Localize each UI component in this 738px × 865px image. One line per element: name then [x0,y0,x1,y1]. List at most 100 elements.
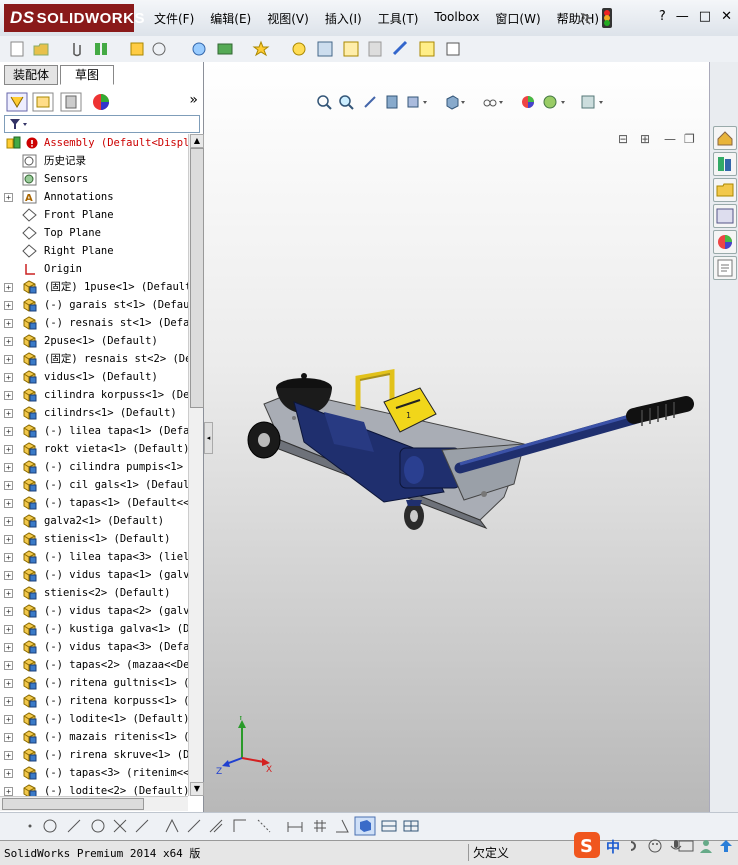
tab-assembly[interactable]: 装配体 [4,65,58,85]
show-hidden-icon[interactable] [252,40,270,58]
reference-geometry-icon[interactable] [316,40,334,58]
explode-line-sketch-icon[interactable] [418,40,436,58]
point-icon[interactable] [24,820,36,832]
linear-pattern-icon[interactable] [150,40,168,58]
new-document-icon[interactable] [8,40,26,58]
expand-toggle[interactable]: + [4,319,13,328]
viewport-restore-button[interactable]: ❐ [684,132,695,146]
user-icon[interactable] [698,838,714,854]
expand-toggle[interactable]: + [4,283,13,292]
custom-properties-icon[interactable] [713,256,737,280]
tab-sketch[interactable]: 草图 [60,65,114,85]
solidworks-logo[interactable]: DS SOLIDWORKS [4,4,144,32]
viewport-split-icon-2[interactable]: ⊞ [640,132,650,146]
extend-icon[interactable] [134,818,150,834]
polygon-icon[interactable] [90,818,106,834]
view-orientation-icon[interactable] [444,94,468,110]
design-library-icon[interactable] [713,152,737,176]
configuration-manager-icon[interactable] [60,92,82,112]
zoom-to-area-icon[interactable] [338,94,354,110]
restore-button[interactable]: □ [699,9,711,24]
viewport-split-icon-1[interactable]: ⊟ [618,132,628,146]
expand-toggle[interactable]: + [4,463,13,472]
expand-toggle[interactable]: + [4,445,13,454]
expand-toggle[interactable]: + [4,751,13,760]
instant3d-icon[interactable] [444,40,462,58]
expand-toggle[interactable]: + [4,355,13,364]
expand-toggle[interactable]: + [4,427,13,436]
solidworks-resources-icon[interactable] [713,126,737,150]
file-explorer-icon[interactable] [713,178,737,202]
expand-toggle[interactable]: + [4,787,13,796]
scroll-down-arrow[interactable]: ▼ [190,782,204,796]
new-motion-study-icon[interactable] [342,40,360,58]
emoji-icon[interactable] [648,839,662,853]
line-icon[interactable] [66,818,82,834]
expand-toggle[interactable]: + [4,337,13,346]
zoom-to-fit-icon[interactable] [316,94,332,110]
menu-window[interactable]: 窗口(W) [487,8,548,28]
punctuation-icon[interactable] [628,839,642,853]
tree-horizontal-scrollbar[interactable] [0,796,188,811]
expand-toggle[interactable]: + [4,193,13,202]
appearances-icon[interactable] [713,230,737,254]
expand-toggle[interactable]: + [4,607,13,616]
menu-file[interactable]: 文件(F) [146,8,202,28]
expand-chevron[interactable]: » [189,92,198,108]
traffic-light-icon[interactable] [601,8,613,28]
expand-toggle[interactable]: + [4,733,13,742]
smart-dimension-icon[interactable] [286,818,304,834]
move-component-icon[interactable] [216,40,234,58]
previous-view-icon[interactable] [362,94,378,110]
menu-toolbox[interactable]: Toolbox [426,8,487,28]
floor-jack-model[interactable]: 1 [224,352,694,542]
sketch-grid-icon[interactable] [256,818,272,834]
expand-toggle[interactable]: + [4,409,13,418]
corner-rectangle-icon[interactable] [232,818,248,834]
split-view-icon[interactable] [380,818,398,834]
view-palette-icon[interactable] [713,204,737,228]
open-folder-icon[interactable] [32,40,50,58]
help-button[interactable]: ? [659,9,666,24]
menu-edit[interactable]: 编辑(E) [202,8,259,28]
expand-toggle[interactable]: + [4,499,13,508]
paperclip-icon[interactable] [68,40,86,58]
skin-icon[interactable] [718,838,734,854]
expand-toggle[interactable]: + [4,517,13,526]
expand-toggle[interactable]: + [4,301,13,310]
display-manager-icon[interactable] [90,92,112,112]
hscroll-thumb[interactable] [2,798,144,810]
menu-insert[interactable]: 插入(I) [317,8,370,28]
filter-icon[interactable] [9,118,29,130]
apply-scene-icon[interactable] [542,94,568,110]
angle-icon[interactable] [334,818,350,834]
section-view-icon[interactable] [384,94,400,110]
viewport-minimize-button[interactable]: — [664,132,676,146]
menu-view[interactable]: 视图(V) [259,8,317,28]
pushpin-icon[interactable] [576,10,592,26]
expand-toggle[interactable]: + [4,535,13,544]
expand-toggle[interactable]: + [4,679,13,688]
3d-sketch-icon[interactable] [354,816,376,836]
circle-icon[interactable] [42,818,58,834]
exploded-view-icon[interactable] [392,40,410,58]
bill-of-materials-icon[interactable] [366,40,384,58]
expand-toggle[interactable]: + [4,481,13,490]
pane-collapse-handle[interactable]: ◂ [204,422,213,454]
expand-toggle[interactable]: + [4,373,13,382]
mate-icon[interactable] [92,40,110,58]
tree-vertical-scrollbar[interactable]: ▲ ▼ [188,134,204,796]
sogou-ime-icon[interactable]: S [574,832,600,858]
keyboard-icon[interactable] [678,839,694,853]
property-manager-icon[interactable] [32,92,54,112]
expand-toggle[interactable]: + [4,391,13,400]
expand-toggle[interactable]: + [4,589,13,598]
scroll-up-arrow[interactable]: ▲ [190,134,204,148]
expand-toggle[interactable]: + [4,625,13,634]
feature-manager-icon[interactable] [6,92,28,112]
expand-toggle[interactable]: + [4,769,13,778]
smart-fastener-icon[interactable] [190,40,208,58]
assembly-features-icon[interactable] [290,40,308,58]
expand-toggle[interactable]: + [4,661,13,670]
minimize-button[interactable]: — [676,9,689,24]
